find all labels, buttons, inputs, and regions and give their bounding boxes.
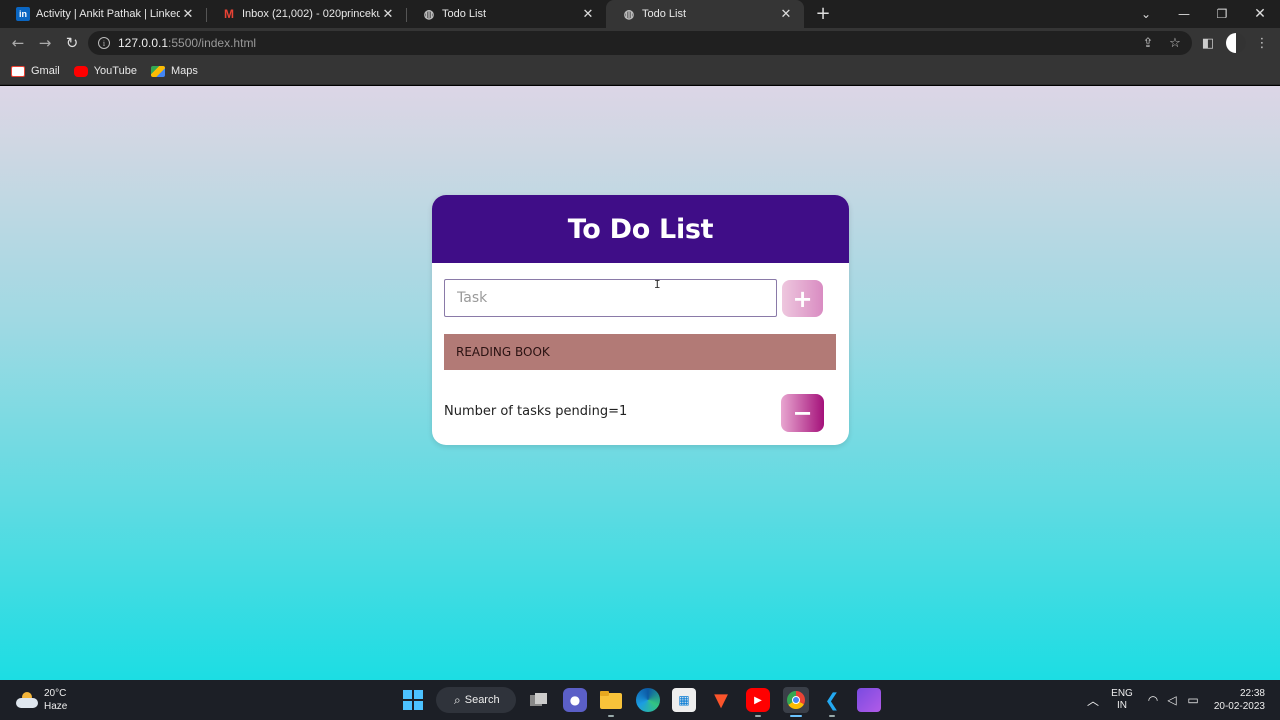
new-tab-button[interactable]: + (812, 2, 834, 24)
share-icon[interactable]: ⇪ (1139, 34, 1157, 52)
url-host: 127.0.0.1 (118, 36, 169, 50)
microsoft-store-icon[interactable]: ▦ (672, 688, 696, 712)
page-viewport: To Do List + READING BOOK Number of task… (0, 86, 1280, 680)
lang-bottom: IN (1117, 700, 1127, 711)
linkedin-icon: in (16, 7, 30, 21)
task-text: READING BOOK (456, 345, 550, 359)
close-icon[interactable]: ✕ (380, 6, 396, 22)
task-item[interactable]: READING BOOK (444, 334, 836, 370)
reload-icon[interactable]: ↻ (61, 32, 83, 54)
bookmark-youtube[interactable]: YouTube (73, 65, 137, 77)
close-icon[interactable]: ✕ (180, 6, 196, 22)
add-task-button[interactable]: + (782, 280, 823, 317)
globe-icon: ◍ (623, 7, 635, 21)
chrome-taskbar-button[interactable] (783, 687, 809, 713)
running-indicator (829, 715, 835, 717)
window-close-icon[interactable]: ✕ (1241, 0, 1279, 28)
back-arrow-icon[interactable]: ← (7, 32, 29, 54)
menu-kebab-icon[interactable]: ⋮ (1253, 34, 1271, 52)
clock-time: 22:38 (1239, 688, 1265, 699)
bookmark-star-icon[interactable]: ☆ (1166, 34, 1184, 52)
running-indicator (608, 715, 614, 717)
maximize-icon[interactable]: ❐ (1203, 0, 1241, 28)
tab-gmail[interactable]: M Inbox (21,002) - 020princekumar ✕ (206, 0, 406, 28)
chrome-icon (787, 691, 805, 709)
task-view-icon[interactable] (527, 688, 551, 712)
weather-temp: 20°C (44, 688, 67, 699)
vscode-icon[interactable]: ❮ (820, 688, 844, 712)
pending-count: Number of tasks pending=1 (444, 404, 628, 419)
weather-desc: Haze (44, 701, 68, 712)
site-info-icon[interactable]: i (98, 37, 110, 49)
browser-toolbar: ← → ↻ i 127.0.0.1:5500/index.html ⇪ ☆ ◧ … (0, 28, 1280, 58)
gmail-icon: M (224, 7, 234, 21)
tab-linkedin[interactable]: in Activity | Ankit Pathak | LinkedIn ✕ (0, 0, 206, 28)
gmail-icon (11, 65, 25, 77)
close-icon[interactable]: ✕ (580, 6, 596, 22)
browser-tab-strip: in Activity | Ankit Pathak | LinkedIn ✕ … (0, 0, 1280, 28)
bookmark-label: Gmail (31, 65, 60, 77)
minus-icon: − (792, 399, 813, 427)
plus-icon: + (792, 284, 813, 313)
clipchamp-icon[interactable] (857, 688, 881, 712)
tab-todo-list[interactable]: ◍ Todo List ✕ (406, 0, 606, 28)
bookmark-gmail[interactable]: Gmail (11, 65, 60, 77)
page-title: To Do List (567, 213, 714, 245)
running-indicator (755, 715, 761, 717)
weather-widget[interactable]: 20°C Haze (16, 687, 67, 713)
search-icon: ⌕ (454, 692, 461, 707)
lang-top: ENG (1111, 688, 1133, 699)
edge-browser-icon[interactable] (636, 688, 660, 712)
windows-taskbar: 20°C Haze ⌕ Search ● ▦ ▼ ▶ ❮ ︿ ENG IN ◠ … (0, 680, 1280, 720)
address-bar[interactable]: i 127.0.0.1:5500/index.html (88, 31, 1192, 55)
bookmarks-bar: Gmail YouTube Maps (0, 58, 1280, 85)
bookmark-label: YouTube (93, 65, 137, 77)
forward-arrow-icon[interactable]: → (34, 32, 56, 54)
search-label: Search (464, 694, 500, 706)
tab-title: Inbox (21,002) - 020princekumar (242, 8, 380, 20)
taskbar-clock[interactable]: 22:38 20-02-2023 (1214, 687, 1265, 713)
volume-icon[interactable]: ◁ (1164, 680, 1180, 720)
tab-todo-list-active[interactable]: ◍ Todo List ✕ (606, 0, 804, 28)
todo-header: To Do List (432, 195, 849, 263)
taskbar-search[interactable]: ⌕ Search (436, 687, 516, 713)
maps-icon (150, 65, 165, 77)
wifi-icon[interactable]: ◠ (1146, 680, 1160, 720)
minimize-icon[interactable]: — (1165, 0, 1203, 28)
tab-search-chevron-icon[interactable]: ⌄ (1127, 0, 1165, 28)
battery-icon[interactable]: ▭ (1185, 680, 1201, 720)
youtube-icon (73, 65, 88, 77)
globe-icon: ◍ (423, 7, 435, 21)
profile-avatar[interactable] (1226, 33, 1246, 53)
text-cursor-icon: I (654, 278, 661, 291)
teams-chat-icon[interactable]: ● (563, 688, 587, 712)
language-indicator[interactable]: ENG IN (1108, 680, 1136, 720)
brave-browser-icon[interactable]: ▼ (709, 688, 733, 712)
bookmark-label: Maps (170, 65, 198, 77)
tray-chevron-up-icon[interactable]: ︿ (1084, 680, 1102, 720)
close-icon[interactable]: ✕ (778, 6, 794, 22)
tab-title: Activity | Ankit Pathak | LinkedIn (36, 8, 180, 20)
youtube-app-icon[interactable]: ▶ (746, 688, 770, 712)
file-explorer-icon[interactable] (599, 688, 623, 712)
remove-task-button[interactable]: − (781, 394, 824, 432)
url-path: :5500/index.html (168, 36, 257, 50)
start-windows-icon[interactable] (401, 688, 425, 712)
active-indicator (790, 715, 802, 717)
tab-title: Todo List (442, 8, 487, 20)
side-panel-icon[interactable]: ◧ (1199, 34, 1217, 52)
task-input[interactable] (444, 279, 777, 317)
bookmark-maps[interactable]: Maps (150, 65, 198, 77)
tab-title: Todo List (642, 8, 687, 20)
clock-date: 20-02-2023 (1213, 701, 1265, 712)
weather-haze-icon (16, 692, 38, 708)
todo-card: To Do List + READING BOOK Number of task… (432, 195, 849, 445)
